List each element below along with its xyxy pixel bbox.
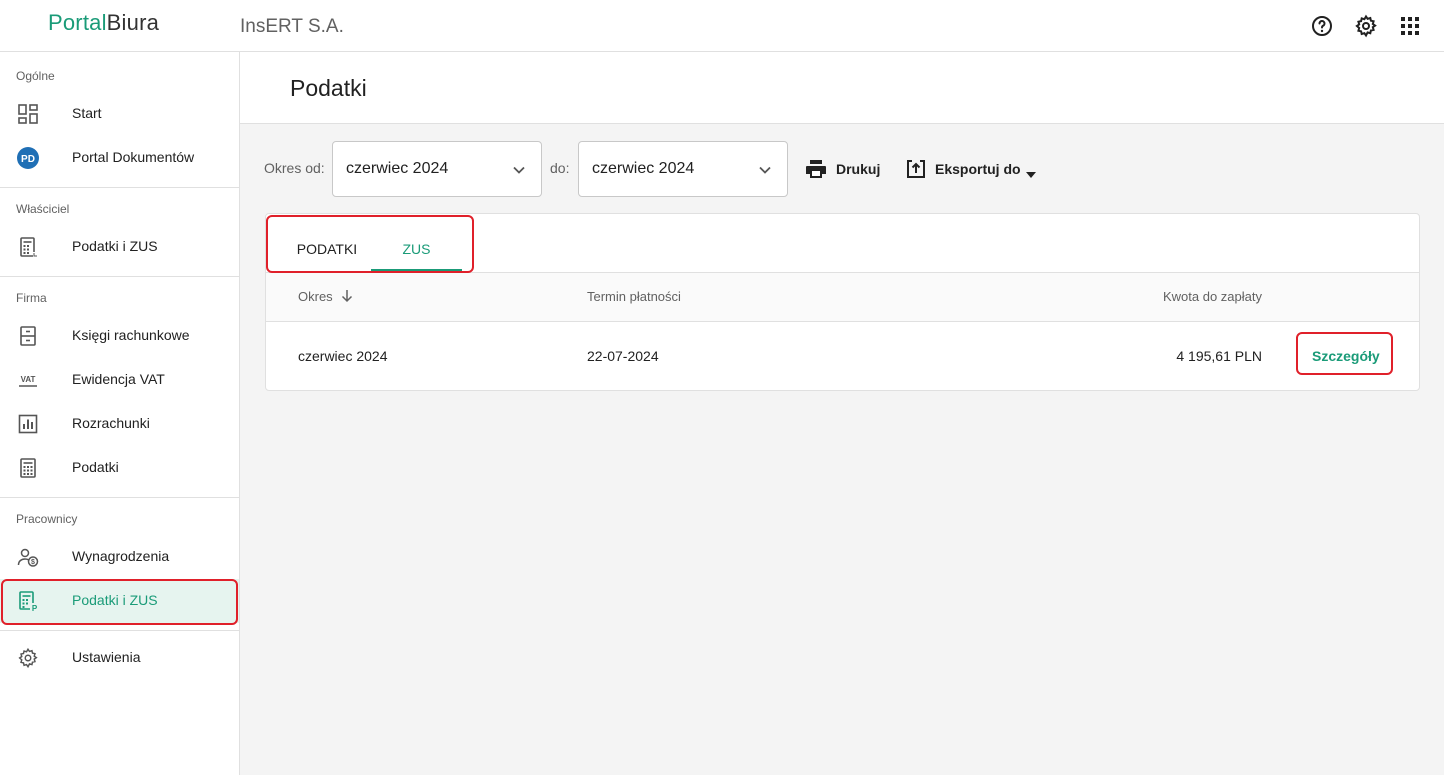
sidebar-item-label: Podatki i ZUS: [72, 238, 158, 254]
apps-grid-icon[interactable]: [1398, 14, 1422, 38]
section-label-ogolne: Ogólne: [16, 69, 55, 83]
period-from-label: Okres od:: [264, 160, 325, 176]
export-button[interactable]: Eksportuj do: [904, 151, 1040, 187]
sidebar-item-label: Ewidencja VAT: [72, 371, 165, 387]
ledger-icon: [17, 325, 39, 347]
table-row: czerwiec 2024 22-07-2024 4 195,61 PLN Sz…: [266, 322, 1419, 390]
calculator-p-icon: P: [17, 590, 39, 613]
tab-podatki[interactable]: PODATKI: [283, 214, 371, 272]
sidebar-divider: [0, 497, 239, 498]
sidebar-item-rozrachunki[interactable]: Rozrachunki: [0, 402, 239, 446]
cell-period: czerwiec 2024: [298, 348, 388, 364]
sidebar-item-portal-dokumentow[interactable]: PD Portal Dokumentów: [0, 136, 239, 180]
tab-label: PODATKI: [296, 241, 358, 257]
sidebar-item-ustawienia[interactable]: Ustawienia: [0, 636, 239, 680]
top-bar: PortalBiura InsERT S.A.: [0, 0, 1444, 52]
print-button[interactable]: Drukuj: [804, 151, 884, 187]
column-header-kwota: Kwota do zapłaty: [1162, 289, 1262, 304]
column-header-okres[interactable]: Okres: [298, 289, 354, 304]
payroll-icon: $: [17, 546, 39, 568]
sidebar-item-owner-podatki-zus[interactable]: Podatki i ZUS: [0, 225, 239, 269]
sidebar-divider: [0, 630, 239, 631]
export-label: Eksportuj do: [935, 161, 1021, 177]
dashboard-icon: [17, 103, 39, 125]
chevron-down-icon: [509, 160, 529, 180]
vat-badge-text: VAT: [21, 375, 36, 384]
vat-icon: VAT: [17, 369, 39, 391]
sidebar-item-employees-podatki-zus[interactable]: P Podatki i ZUS: [0, 579, 239, 623]
sidebar-item-label: Podatki: [72, 459, 119, 475]
period-from-select[interactable]: czerwiec 2024: [332, 141, 542, 197]
column-header-label: Okres: [298, 289, 333, 304]
table-header: Okres Termin płatności Kwota do zapłaty: [266, 272, 1419, 322]
section-label-wlasciciel: Właściciel: [16, 202, 70, 216]
app-logo[interactable]: PortalBiura: [48, 10, 159, 36]
sidebar-divider: [0, 187, 239, 188]
sidebar-divider: [0, 276, 239, 277]
sidebar-item-podatki[interactable]: Podatki: [0, 446, 239, 490]
logo-part1: Portal: [48, 10, 107, 35]
sidebar-item-start[interactable]: Start: [0, 92, 239, 136]
section-label-pracownicy: Pracownicy: [16, 512, 78, 526]
export-icon: [904, 157, 928, 181]
settings-icon[interactable]: [1354, 14, 1378, 38]
sidebar: Ogólne Start PD Portal Dokumentów Właści…: [0, 52, 240, 775]
calculator-icon: [17, 457, 39, 479]
page-header: Podatki: [240, 52, 1444, 124]
sidebar-item-label: Księgi rachunkowe: [72, 327, 190, 343]
svg-text:$: $: [31, 559, 35, 566]
period-to-label: do:: [550, 160, 570, 176]
pd-avatar-icon: PD: [17, 147, 39, 169]
sidebar-item-label: Portal Dokumentów: [72, 149, 195, 165]
sidebar-item-label: Ustawienia: [72, 649, 141, 665]
period-to-value: czerwiec 2024: [592, 160, 695, 177]
period-to-select[interactable]: czerwiec 2024: [578, 141, 788, 197]
bar-chart-icon: [17, 413, 39, 435]
sidebar-item-label: Wynagrodzenia: [72, 548, 170, 564]
chevron-down-icon: [755, 160, 775, 180]
cell-due-date: 22-07-2024: [587, 348, 659, 364]
sidebar-item-ewidencja-vat[interactable]: VAT Ewidencja VAT: [0, 358, 239, 402]
company-name: InsERT S.A.: [240, 16, 344, 37]
tab-label: ZUS: [402, 241, 431, 257]
details-button[interactable]: Szczegóły: [1312, 348, 1380, 364]
section-label-firma: Firma: [16, 291, 47, 305]
sidebar-item-label: Start: [72, 105, 102, 121]
sidebar-item-ksiegi-rachunkowe[interactable]: Księgi rachunkowe: [0, 314, 239, 358]
period-from-value: czerwiec 2024: [346, 160, 449, 177]
cell-amount: 4 195,61 PLN: [1176, 348, 1262, 364]
sort-arrow-down-icon: [342, 290, 353, 303]
caret-down-icon: [1025, 166, 1037, 178]
sidebar-item-wynagrodzenia[interactable]: $ Wynagrodzenia: [0, 535, 239, 579]
printer-icon: [804, 157, 828, 181]
calculator-icon: [17, 236, 39, 258]
page-title: Podatki: [290, 75, 367, 101]
column-header-termin: Termin płatności: [587, 289, 681, 304]
tab-zus[interactable]: ZUS: [371, 214, 462, 272]
pd-badge-text: PD: [21, 154, 35, 165]
gear-icon: [17, 647, 39, 669]
zus-card: PODATKI ZUS Okres Termin płatności Kwota…: [265, 213, 1420, 391]
print-label: Drukuj: [836, 161, 881, 177]
help-icon[interactable]: [1310, 14, 1334, 38]
logo-part2: Biura: [106, 10, 160, 35]
sidebar-item-label: Rozrachunki: [72, 415, 150, 431]
p-badge-text: P: [32, 604, 38, 612]
sidebar-item-label: Podatki i ZUS: [72, 592, 158, 608]
